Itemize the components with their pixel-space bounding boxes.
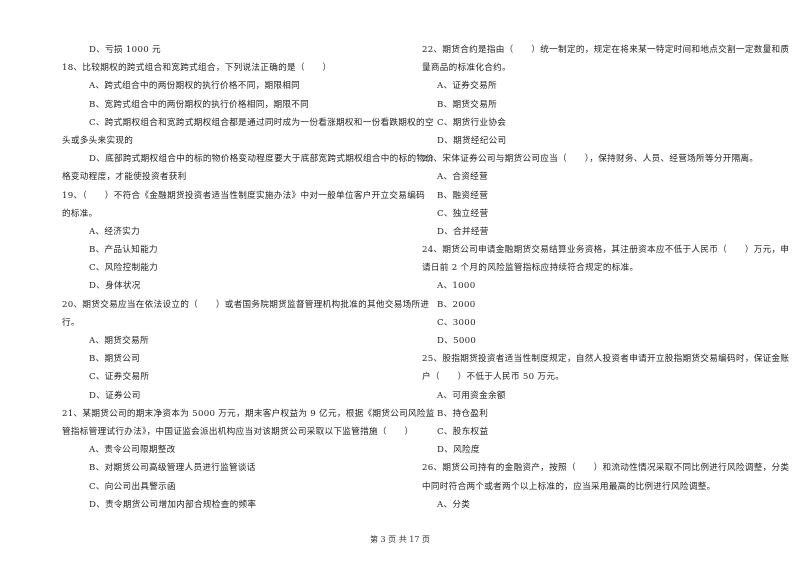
answer-option: C、向公司出具警示函 [89, 481, 176, 492]
answer-option: C、股东权益 [437, 426, 489, 437]
question-text: 管指标管理试行办法》，中国证监会派出机构应当对该期货公司采取以下监管措施（ ） [62, 426, 414, 437]
answer-option: D、身体状况 [89, 281, 141, 292]
question-text: 20、期货交易应当在依法设立的（ ）或者国务院期货监督管理机构批准的其他交易场所… [62, 299, 430, 310]
answer-option: B、对期货公司高级管理人员进行监管谈话 [89, 463, 256, 474]
question-text: 量商品的标准化合约。 [422, 63, 511, 74]
page-number: 第 3 页 共 17 页 [370, 535, 430, 544]
answer-option: B、宽跨式组合中的两份期权的执行价格相同，期限不同 [89, 99, 310, 110]
answer-option: B、产品认知能力 [89, 245, 158, 256]
question-text: 中同时符合两个或者两个以上标准的，应当采用最高的比例进行风险调整。 [422, 481, 716, 492]
question-text: 22、期货合约是指由（ ）统一制定的，规定在将来某一特定时间和地点交割一定数量和… [422, 45, 790, 55]
answer-option: D、合并经营 [437, 226, 489, 237]
answer-option: D、5000 [437, 336, 477, 346]
question-text: 18、比较期权的跨式组合和宽跨式组合，下列说法正确的是（ ） [62, 63, 332, 74]
answer-option: D、责令期货公司增加内部合规检查的频率 [89, 499, 257, 510]
question-text: 请日前 2 个月的风险监管指标应持续符合规定的标准。 [422, 263, 639, 274]
answer-option: D、期货经纪公司 [437, 135, 507, 146]
answer-option: A、责令公司限期整改 [89, 445, 176, 456]
question-text: 26、期货公司持有的金融资产，按照（ ）和流动性情况采取不同比例进行风险调整，分… [422, 463, 790, 474]
answer-option: D、证券公司 [89, 390, 141, 401]
answer-option: C、风险控制能力 [89, 263, 159, 274]
answer-option: C、3000 [437, 317, 476, 328]
answer-option: B、2000 [437, 299, 476, 310]
question-text: 25、股指期货投资者适当性制度规定，自然人投资者申请开立股指期货交易编码时，保证… [422, 354, 790, 365]
answer-option: C、跨式期权组合和宽跨式期权组合都是通过同时成为一份看涨期权和一份看跌期权的空 [89, 117, 434, 128]
left-column: D、亏损 1000 元 18、比较期权的跨式组合和宽跨式组合，下列说法正确的是（ … [62, 41, 435, 514]
right-column: 22、期货合约是指由（ ）统一制定的，规定在将来某一特定时间和地点交割一定数量和… [422, 41, 790, 514]
question-text: 格变动程度，才能使投资者获利 [62, 172, 187, 183]
answer-option: B、期货交易所 [437, 99, 497, 110]
answer-option: A、合资经营 [437, 172, 488, 183]
answer-option: A、期货交易所 [89, 336, 149, 346]
question-text: 24、期货公司申请金融期货交易结算业务资格，其注册资本应不低于人民币（ ）万元，… [422, 245, 790, 256]
answer-option: B、期货公司 [89, 354, 141, 365]
answer-option: A、可用资金余额 [437, 390, 506, 401]
answer-option: D、底部跨式期权组合中的标的物价格变动程度要大于底部宽跨式期权组合中的标的物价 [89, 154, 435, 165]
question-text: 的标准。 [62, 208, 98, 219]
question-text: 21、某期货公司的期末净资本为 5000 万元，期末客户权益为 9 亿元，根据《… [62, 408, 435, 419]
question-text: 19、（ ）不符合《金融期货投资者适当性制度实施办法》中对一般单位客户开立交易编… [62, 190, 425, 201]
question-text: 行。 [62, 317, 80, 328]
answer-option: D、亏损 1000 元 [89, 45, 161, 55]
answer-option: C、证券交易所 [89, 372, 150, 383]
answer-option: A、经济实力 [89, 226, 140, 237]
answer-option: C、期货行业协会 [437, 117, 507, 128]
question-text: 头或多头来实现的 [62, 135, 134, 146]
answer-option: A、证券交易所 [437, 81, 497, 92]
question-text: 户（ ）不低于人民币 50 万元。 [422, 372, 565, 383]
answer-option: D、风险度 [437, 445, 480, 456]
answer-option: A、跨式组合中的两份期权的执行价格不同，期限相同 [89, 81, 301, 92]
answer-option: A、1000 [437, 281, 476, 292]
answer-option: B、持仓盈利 [437, 408, 489, 419]
answer-option: A、分类 [437, 499, 471, 510]
question-text: 23、宋体证券公司与期货公司应当（ ），保持财务、人员、经营场所等分开隔离。 [422, 154, 759, 165]
answer-option: B、融资经营 [437, 190, 489, 201]
answer-option: C、独立经营 [437, 208, 489, 219]
